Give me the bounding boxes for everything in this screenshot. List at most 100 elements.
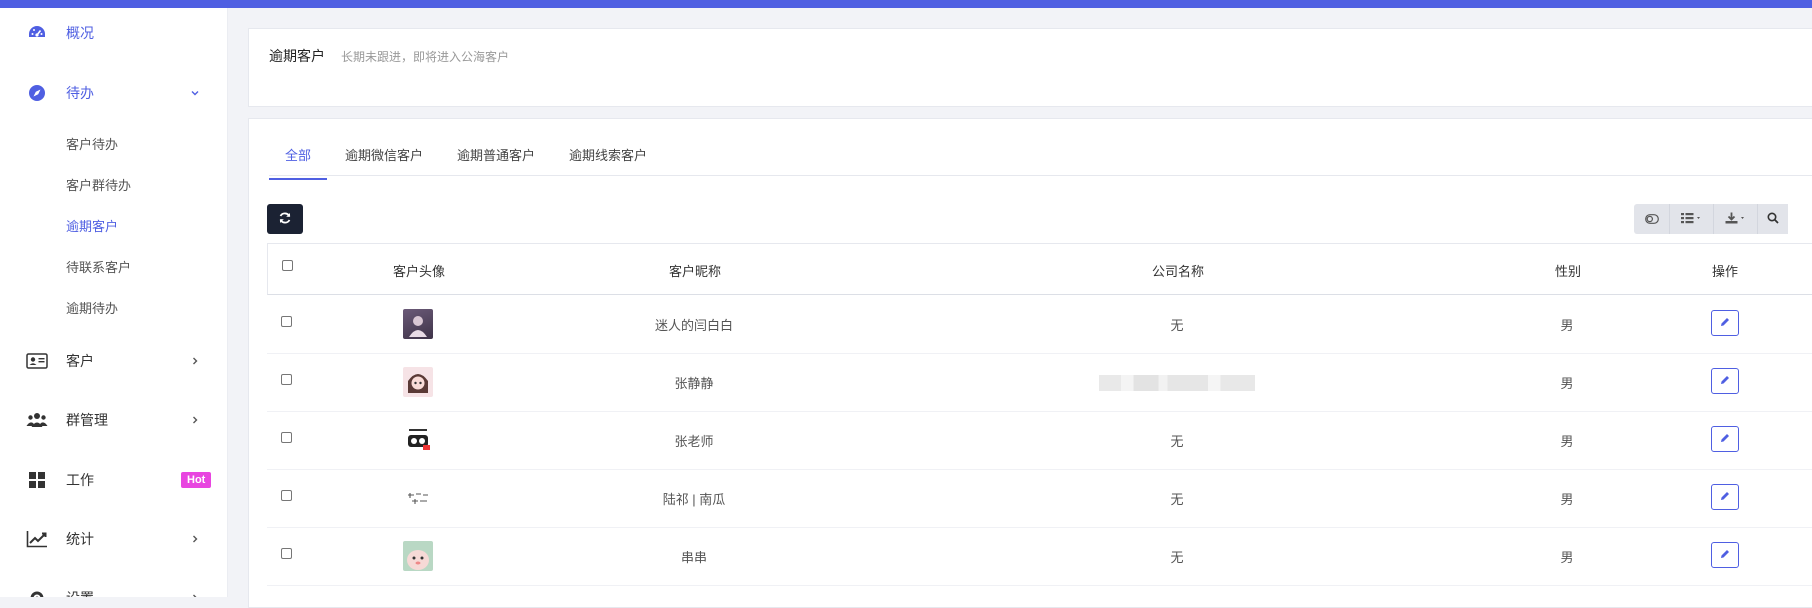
chevron-down-icon — [188, 86, 202, 100]
customer-nickname: 张静静 — [674, 376, 714, 391]
table-row[interactable]: 串串 无 男 — [267, 527, 1812, 586]
compass-icon — [26, 82, 48, 104]
customer-avatar — [403, 541, 433, 571]
export-dropdown-button[interactable] — [1714, 204, 1758, 234]
list-icon — [1680, 212, 1703, 227]
sidebar-item-statistics[interactable]: 统计 — [0, 524, 227, 554]
pencil-icon — [1719, 490, 1731, 505]
sidebar-subitem-overdue-customers[interactable]: 逾期客户 — [66, 216, 118, 235]
sidebar-item-settings[interactable]: 设置 — [0, 583, 227, 597]
row-checkbox[interactable] — [281, 374, 292, 385]
edit-button[interactable] — [1711, 426, 1739, 452]
sidebar-item-label: 客户 — [66, 353, 94, 369]
chevron-right-icon — [188, 413, 202, 427]
customer-company: 无 — [1170, 434, 1184, 449]
row-checkbox[interactable] — [281, 490, 292, 501]
search-icon — [1767, 211, 1779, 227]
sidebar-item-label: 工作 — [66, 472, 94, 488]
gear-icon — [26, 587, 48, 597]
sidebar-item-label: 待办 — [66, 85, 94, 101]
main-content-card: 全部 逾期微信客户 逾期普通客户 逾期线索客户 客户头像 客户昵称 公司名称 性… — [248, 118, 1812, 608]
page-subtitle: 长期未跟进，即将进入公海客户 — [341, 50, 510, 64]
column-header-company: 公司名称 — [1151, 264, 1205, 279]
edit-button[interactable] — [1711, 542, 1739, 568]
table-header: 客户头像 客户昵称 公司名称 性别 操作 — [267, 243, 1812, 295]
sidebar-item-todo[interactable]: 待办 — [0, 78, 227, 108]
customer-gender: 男 — [1560, 434, 1574, 449]
tab-overdue-wechat[interactable]: 逾期微信客户 — [345, 145, 423, 178]
customer-nickname: 陆祁 | 南瓜 — [662, 492, 726, 507]
edit-button[interactable] — [1711, 484, 1739, 510]
table-toolbar — [1634, 204, 1788, 234]
chevron-right-icon — [188, 591, 202, 597]
page-header-card: 逾期客户 长期未跟进，即将进入公海客户 — [248, 28, 1812, 107]
chevron-right-icon — [188, 354, 202, 368]
customer-nickname: 串串 — [680, 550, 708, 565]
column-header-gender: 性别 — [1554, 264, 1582, 279]
table-row[interactable]: 张静静 男 — [267, 353, 1812, 412]
edit-button[interactable] — [1711, 310, 1739, 336]
customer-gender: 男 — [1560, 318, 1574, 333]
column-header-avatar: 客户头像 — [392, 264, 446, 279]
customer-company: 无 — [1170, 550, 1184, 565]
customer-nickname: 迷人的闫白白 — [654, 318, 734, 333]
customer-avatar — [403, 483, 433, 513]
table-row[interactable]: 张老师 无 男 — [267, 411, 1812, 470]
tab-overdue-normal[interactable]: 逾期普通客户 — [457, 145, 535, 178]
pencil-icon — [1719, 432, 1731, 447]
sidebar-item-overview[interactable]: 概况 — [0, 18, 227, 48]
select-all-checkbox[interactable] — [282, 260, 293, 271]
redacted-company-name — [1099, 375, 1255, 391]
row-checkbox[interactable] — [281, 432, 292, 443]
search-button[interactable] — [1758, 204, 1788, 234]
customer-gender: 男 — [1560, 376, 1574, 391]
customer-gender: 男 — [1560, 550, 1574, 565]
tab-bar: 全部 逾期微信客户 逾期普通客户 逾期线索客户 — [269, 119, 1812, 180]
page-title: 逾期客户 — [269, 48, 325, 64]
sidebar-subitem-customer-todo[interactable]: 客户待办 — [66, 134, 118, 153]
sidebar-item-customers[interactable]: 客户 — [0, 346, 227, 376]
edit-button[interactable] — [1711, 368, 1739, 394]
sidebar-item-label: 概况 — [66, 25, 94, 41]
sidebar-subitem-overdue-todo[interactable]: 逾期待办 — [66, 298, 118, 317]
contact-card-icon — [26, 350, 48, 372]
sidebar-item-label: 群管理 — [66, 412, 108, 428]
toggle-icon — [1644, 212, 1659, 227]
sidebar-item-label: 设置 — [66, 588, 94, 597]
top-accent-bar — [0, 0, 1812, 8]
column-header-nickname: 客户昵称 — [668, 264, 722, 279]
customer-company: 无 — [1170, 492, 1184, 507]
toggle-view-button[interactable] — [1634, 204, 1670, 234]
sidebar-item-work[interactable]: 工作 Hot — [0, 465, 227, 495]
customer-company: 无 — [1170, 318, 1184, 333]
sidebar-subitem-group-todo[interactable]: 客户群待办 — [66, 175, 131, 194]
refresh-icon — [278, 211, 292, 228]
customer-avatar — [403, 425, 433, 455]
grid-icon — [26, 469, 48, 491]
columns-dropdown-button[interactable] — [1670, 204, 1714, 234]
group-icon — [26, 409, 48, 431]
pencil-icon — [1719, 316, 1731, 331]
table-row[interactable]: 陆祁 | 南瓜 无 男 — [267, 469, 1812, 528]
sidebar-item-group-management[interactable]: 群管理 — [0, 405, 227, 435]
refresh-button[interactable] — [267, 204, 303, 234]
pencil-icon — [1719, 374, 1731, 389]
column-header-actions: 操作 — [1711, 264, 1739, 279]
dashboard-icon — [26, 22, 48, 44]
table-row[interactable]: 迷人的闫白白 无 男 — [267, 295, 1812, 354]
download-icon — [1725, 212, 1747, 227]
pencil-icon — [1719, 548, 1731, 563]
tab-overdue-leads[interactable]: 逾期线索客户 — [569, 145, 647, 178]
customer-gender: 男 — [1560, 492, 1574, 507]
row-checkbox[interactable] — [281, 316, 292, 327]
tab-all[interactable]: 全部 — [269, 145, 328, 180]
hot-badge: Hot — [181, 472, 212, 488]
row-checkbox[interactable] — [281, 548, 292, 559]
customer-avatar — [403, 367, 433, 397]
chart-line-icon — [26, 528, 48, 550]
sidebar-subitem-to-contact[interactable]: 待联系客户 — [66, 257, 131, 276]
chevron-right-icon — [188, 532, 202, 546]
sidebar-item-label: 统计 — [66, 531, 94, 547]
sidebar: 概况 待办 客户待办 客户群待办 逾期客户 待联系客户 逾期待办 客户 群管理 — [0, 8, 228, 597]
customer-avatar — [403, 309, 433, 339]
